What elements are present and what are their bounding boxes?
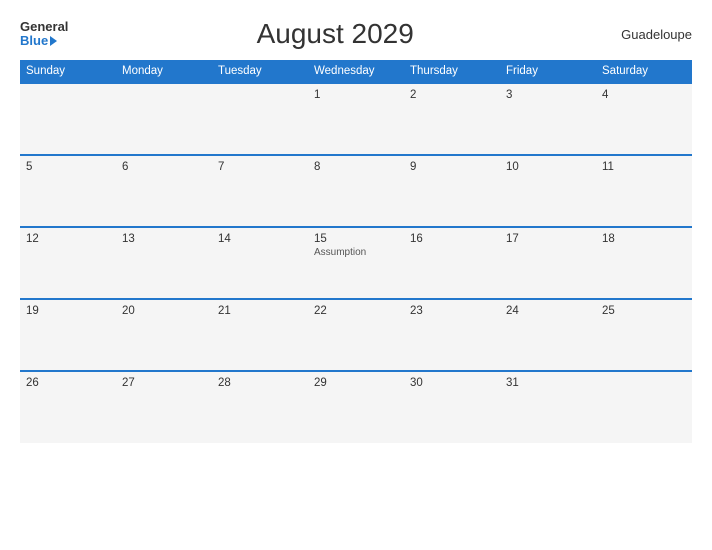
day-number: 3: [506, 89, 590, 101]
day-cell: 22: [308, 299, 404, 371]
day-number: 13: [122, 233, 206, 245]
calendar-body: 123456789101112131415Assumption161718192…: [20, 83, 692, 443]
day-cell: 24: [500, 299, 596, 371]
day-number: 30: [410, 377, 494, 389]
week-row-5: 26 27 28 29 30 31: [20, 371, 692, 443]
day-cell: 27: [116, 371, 212, 443]
day-number: 17: [506, 233, 590, 245]
day-cell: 12: [20, 227, 116, 299]
day-cell: 25: [596, 299, 692, 371]
day-cell: 26: [20, 371, 116, 443]
day-number: 1: [314, 89, 398, 101]
day-number: 24: [506, 305, 590, 317]
col-tuesday: Tuesday: [212, 60, 308, 83]
day-number: 16: [410, 233, 494, 245]
day-number: 27: [122, 377, 206, 389]
calendar-table: Sunday Monday Tuesday Wednesday Thursday…: [20, 60, 692, 443]
day-cell: 13: [116, 227, 212, 299]
day-number: 18: [602, 233, 686, 245]
day-number: 26: [26, 377, 110, 389]
col-thursday: Thursday: [404, 60, 500, 83]
day-cell: 28: [212, 371, 308, 443]
day-number: 14: [218, 233, 302, 245]
header: General Blue August 2029 Guadeloupe: [20, 18, 692, 50]
day-number: 22: [314, 305, 398, 317]
week-row-3: 12 13 14 15 Assumption 16 17 18: [20, 227, 692, 299]
day-number: 25: [602, 305, 686, 317]
calendar-header: Sunday Monday Tuesday Wednesday Thursday…: [20, 60, 692, 83]
day-cell: 17: [500, 227, 596, 299]
day-cell: 6: [116, 155, 212, 227]
day-number: 23: [410, 305, 494, 317]
logo-general-text: General: [20, 20, 68, 34]
week-row-2: 56789 10 11: [20, 155, 692, 227]
day-number: 10: [506, 161, 590, 173]
day-number: 7: [218, 161, 302, 173]
day-cell: 21: [212, 299, 308, 371]
week-row-4: 19 20 21 22 23 24 25: [20, 299, 692, 371]
days-of-week-row: Sunday Monday Tuesday Wednesday Thursday…: [20, 60, 692, 83]
region-label: Guadeloupe: [602, 27, 692, 42]
day-number: 11: [602, 161, 686, 173]
day-number: 8: [314, 161, 398, 173]
day-cell: 31: [500, 371, 596, 443]
day-number: 6: [122, 161, 206, 173]
day-cell: [20, 83, 116, 155]
day-cell: 15 Assumption: [308, 227, 404, 299]
day-number: 4: [602, 89, 686, 101]
day-number: 29: [314, 377, 398, 389]
day-cell: [212, 83, 308, 155]
day-cell: 9: [404, 155, 500, 227]
week-row-1: 1234: [20, 83, 692, 155]
day-cell: 14: [212, 227, 308, 299]
day-cell: 11: [596, 155, 692, 227]
day-cell: 19: [20, 299, 116, 371]
day-number: 20: [122, 305, 206, 317]
day-number: 21: [218, 305, 302, 317]
day-number: 15: [314, 233, 398, 245]
day-cell: 29: [308, 371, 404, 443]
day-cell: 3: [500, 83, 596, 155]
day-number: 28: [218, 377, 302, 389]
day-cell: 23: [404, 299, 500, 371]
day-number: 5: [26, 161, 110, 173]
page-title: August 2029: [68, 18, 602, 50]
col-wednesday: Wednesday: [308, 60, 404, 83]
col-saturday: Saturday: [596, 60, 692, 83]
day-number: 9: [410, 161, 494, 173]
day-number: 31: [506, 377, 590, 389]
day-cell: 4: [596, 83, 692, 155]
day-cell: 30: [404, 371, 500, 443]
day-cell: [116, 83, 212, 155]
col-friday: Friday: [500, 60, 596, 83]
day-number: 2: [410, 89, 494, 101]
logo-blue-text: Blue: [20, 34, 57, 48]
day-cell: [596, 371, 692, 443]
col-sunday: Sunday: [20, 60, 116, 83]
day-event: Assumption: [314, 247, 398, 258]
day-cell: 20: [116, 299, 212, 371]
day-number: 19: [26, 305, 110, 317]
day-cell: 8: [308, 155, 404, 227]
day-cell: 18: [596, 227, 692, 299]
day-cell: 5: [20, 155, 116, 227]
day-cell: 1: [308, 83, 404, 155]
day-cell: 2: [404, 83, 500, 155]
col-monday: Monday: [116, 60, 212, 83]
day-cell: 16: [404, 227, 500, 299]
logo-triangle-icon: [50, 36, 57, 46]
logo: General Blue: [20, 20, 68, 49]
day-cell: 10: [500, 155, 596, 227]
day-cell: 7: [212, 155, 308, 227]
day-number: 12: [26, 233, 110, 245]
calendar-page: General Blue August 2029 Guadeloupe Sund…: [0, 0, 712, 550]
